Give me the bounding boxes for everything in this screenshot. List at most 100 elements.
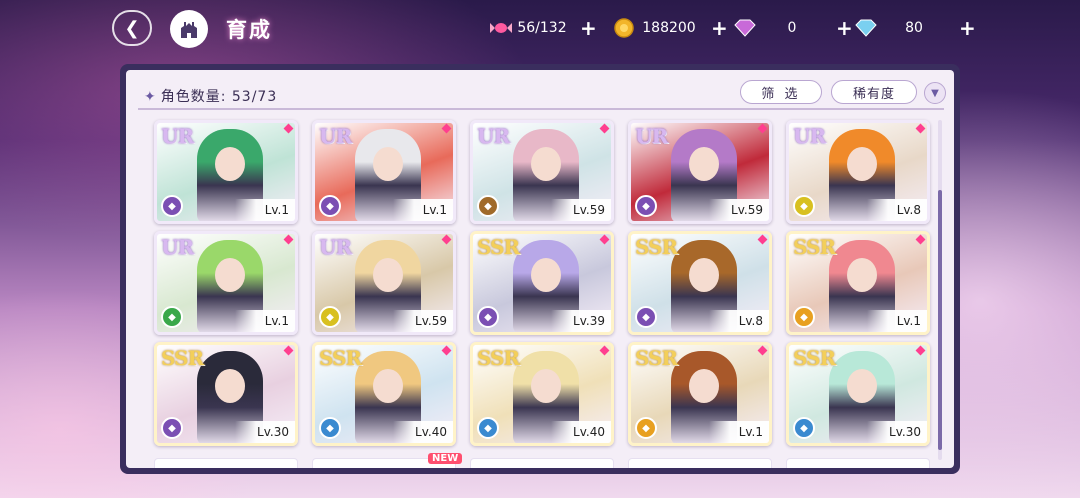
scrollbar-thumb[interactable] (938, 190, 942, 450)
rarity-label: SSR (319, 346, 362, 370)
character-face (373, 147, 403, 181)
candy-icon (490, 17, 512, 39)
chevron-down-icon: ▼ (931, 87, 939, 99)
character-card[interactable]: SSR Lv.30 ◆ (786, 342, 930, 446)
character-face (373, 258, 403, 292)
rarity-label: UR (793, 124, 826, 148)
character-face (215, 258, 245, 292)
level-label: Lv.1 (235, 310, 295, 332)
level-label: Lv.1 (393, 199, 453, 221)
add-candy-button[interactable]: + (580, 18, 597, 38)
character-face (373, 369, 403, 403)
level-label: Lv.39 (551, 310, 611, 332)
level-label: Lv.59 (393, 310, 453, 332)
back-button[interactable]: ❮ (112, 10, 152, 46)
rarity-label: UR (161, 235, 194, 259)
character-card[interactable]: UR Lv.59 ◆ (628, 120, 772, 224)
character-card[interactable]: SSR Lv.40 ◆ (312, 342, 456, 446)
currency-purple-gem: 0 + (734, 16, 853, 40)
level-label: Lv.8 (867, 199, 927, 221)
filter-button[interactable]: 筛 选 (740, 80, 822, 104)
element-badge-icon: ◆ (161, 306, 183, 328)
top-bar: ❮ 育成 56/132 + 188200 + 0 + 80 + (0, 0, 1080, 56)
rarity-label: SSR (635, 346, 678, 370)
rarity-label: SSR (161, 346, 204, 370)
page-title: 育成 (226, 18, 272, 42)
character-count: ✦ 角色数量: 53/73 (144, 86, 277, 106)
character-card[interactable]: UR Lv.8 ◆ (786, 120, 930, 224)
element-badge-icon: ◆ (477, 417, 499, 439)
character-card[interactable]: UR Lv.59 ◆ (312, 231, 456, 335)
character-card[interactable]: UR Lv.1 ◆ (312, 120, 456, 224)
character-face (847, 258, 877, 292)
character-card[interactable]: UR Lv.1 ◆ (154, 120, 298, 224)
rarity-label: SSR (793, 346, 836, 370)
gold-coin-icon (613, 17, 635, 39)
character-card[interactable]: SSR Lv.1 ◆ (628, 342, 772, 446)
level-label: Lv.1 (709, 421, 769, 443)
next-row-partial (154, 458, 934, 468)
partial-card[interactable] (470, 458, 614, 468)
element-badge-icon: ◆ (477, 195, 499, 217)
currency-gold: 188200 + (613, 16, 728, 40)
add-diamond-button[interactable]: + (959, 18, 976, 38)
character-panel-inner: ✦ 角色数量: 53/73 筛 选 稀有度 ▼ UR Lv.1 ◆ UR Lv.1 ◆ UR L… (126, 70, 954, 468)
element-badge-icon: ◆ (319, 195, 341, 217)
back-arrow-icon: ❮ (124, 17, 140, 39)
character-face (847, 369, 877, 403)
level-label: Lv.1 (235, 199, 295, 221)
add-purple-gem-button[interactable]: + (836, 18, 853, 38)
level-label: Lv.59 (709, 199, 769, 221)
candy-value: 56/132 (517, 20, 567, 36)
sort-rarity-button[interactable]: 稀有度 (831, 80, 917, 104)
rarity-label: SSR (635, 235, 678, 259)
castle-home-icon (181, 22, 197, 38)
element-badge-icon: ◆ (477, 306, 499, 328)
character-card[interactable]: SSR Lv.39 ◆ (470, 231, 614, 335)
sort-order-toggle[interactable]: ▼ (924, 82, 946, 104)
purple-gem-value: 0 (787, 20, 797, 36)
character-panel: ✦ 角色数量: 53/73 筛 选 稀有度 ▼ UR Lv.1 ◆ UR Lv.1 ◆ UR L… (120, 64, 960, 474)
character-face (531, 147, 561, 181)
character-card[interactable]: UR Lv.1 ◆ (154, 231, 298, 335)
character-card[interactable]: SSR Lv.30 ◆ (154, 342, 298, 446)
element-badge-icon: ◆ (793, 306, 815, 328)
add-gold-button[interactable]: + (711, 18, 728, 38)
diamond-value: 80 (905, 20, 923, 36)
character-card[interactable]: UR Lv.59 ◆ (470, 120, 614, 224)
home-button[interactable] (170, 10, 208, 48)
new-badge: NEW (428, 453, 463, 464)
character-count-text: 角色数量: 53/73 (160, 89, 278, 105)
level-label: Lv.40 (393, 421, 453, 443)
partial-card[interactable] (154, 458, 298, 468)
currency-diamond: 80 + (855, 16, 976, 40)
element-badge-icon: ◆ (793, 417, 815, 439)
element-badge-icon: ◆ (635, 306, 657, 328)
character-face (531, 369, 561, 403)
rarity-label: UR (477, 124, 510, 148)
element-badge-icon: ◆ (161, 195, 183, 217)
character-face (689, 369, 719, 403)
rarity-label: UR (161, 124, 194, 148)
character-face (847, 147, 877, 181)
level-label: Lv.40 (551, 421, 611, 443)
blue-diamond-icon (855, 17, 877, 39)
character-face (689, 147, 719, 181)
rarity-label: UR (319, 235, 352, 259)
level-label: Lv.30 (235, 421, 295, 443)
element-badge-icon: ◆ (319, 306, 341, 328)
character-card[interactable]: SSR Lv.40 ◆ (470, 342, 614, 446)
character-card[interactable]: SSR Lv.1 ◆ (786, 231, 930, 335)
level-label: Lv.8 (709, 310, 769, 332)
partial-card[interactable] (628, 458, 772, 468)
partial-card[interactable] (786, 458, 930, 468)
character-face (215, 369, 245, 403)
header-divider (138, 108, 944, 110)
element-badge-icon: ◆ (635, 417, 657, 439)
rarity-label: SSR (477, 346, 520, 370)
character-card[interactable]: SSR Lv.8 ◆ (628, 231, 772, 335)
level-label: Lv.1 (867, 310, 927, 332)
rarity-label: SSR (793, 235, 836, 259)
element-badge-icon: ◆ (793, 195, 815, 217)
level-label: Lv.59 (551, 199, 611, 221)
